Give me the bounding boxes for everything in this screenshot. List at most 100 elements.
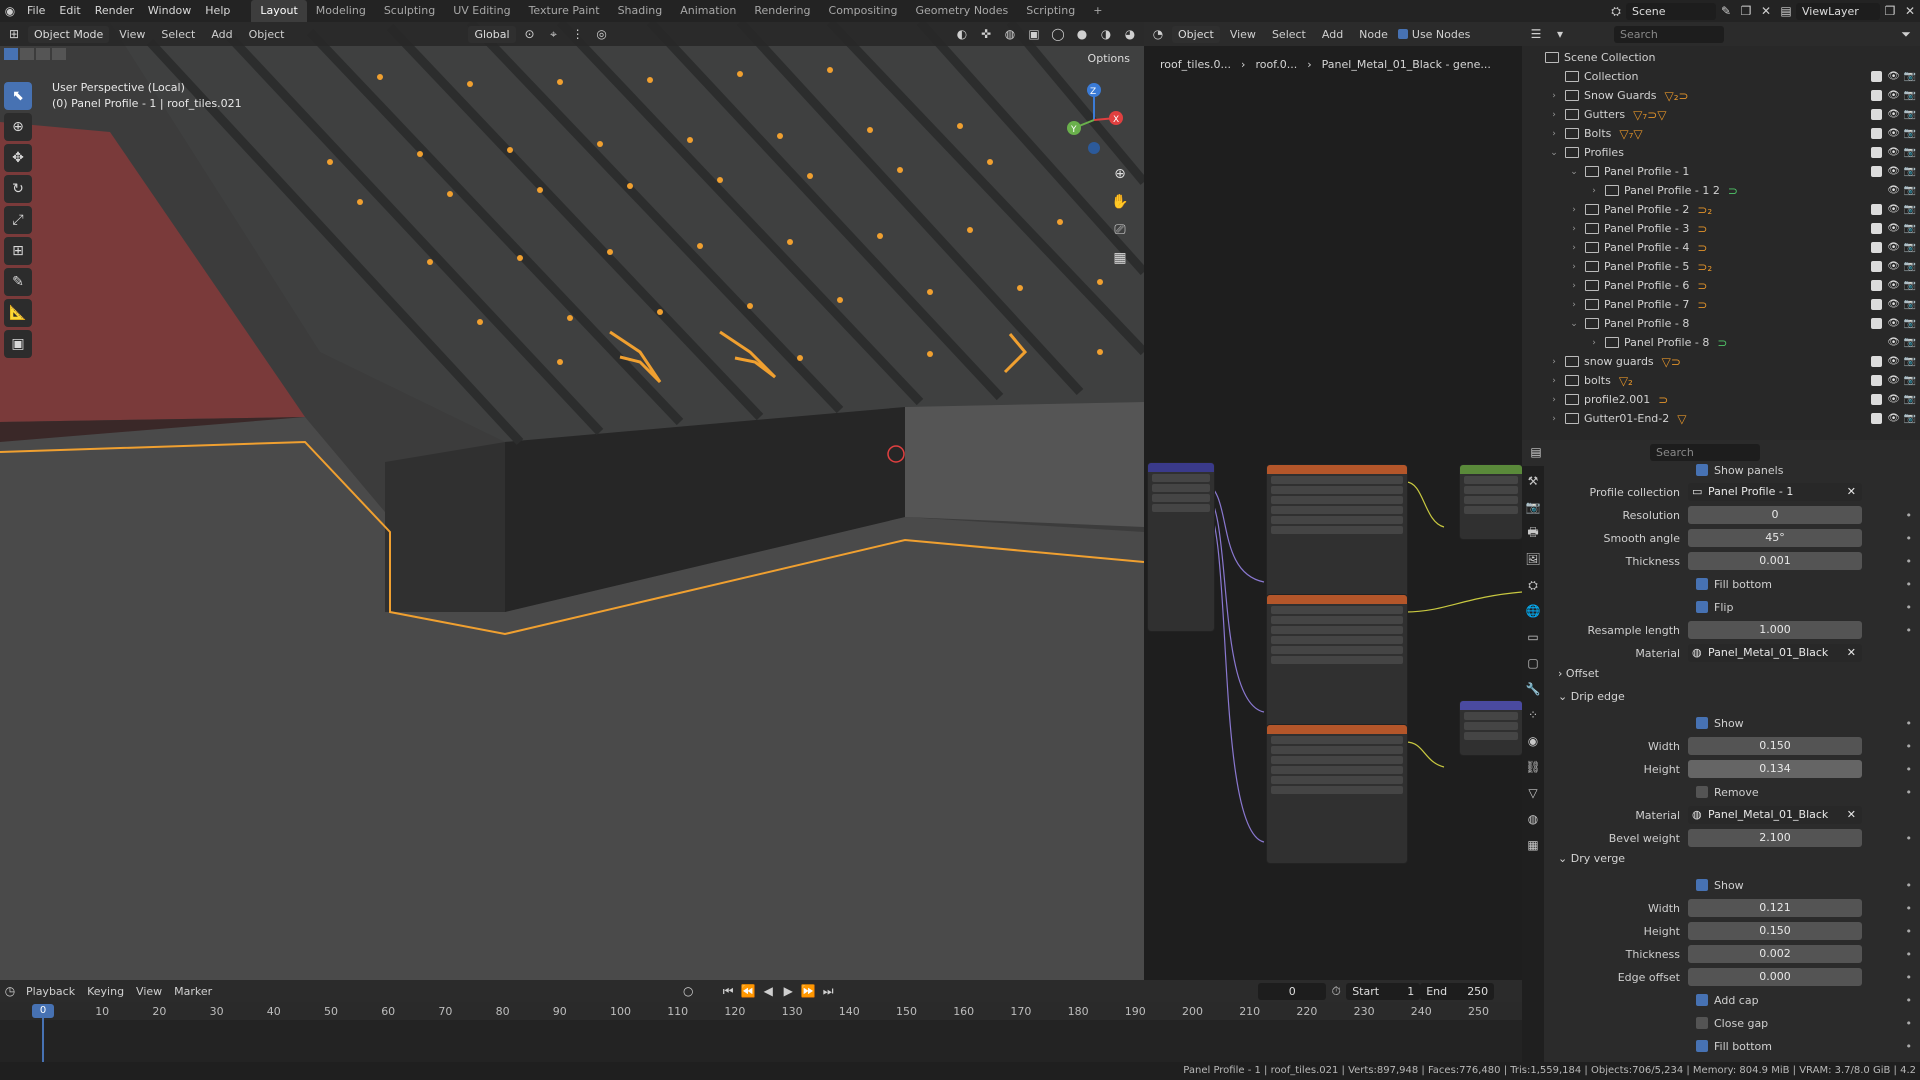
add-cap-checkbox[interactable]	[1696, 994, 1708, 1006]
exclude-checkbox[interactable]	[1871, 318, 1882, 329]
camera-icon[interactable]: 📷	[1904, 299, 1916, 310]
properties-type-icon[interactable]: ▤	[1526, 443, 1546, 461]
offset-panel-header[interactable]: › Offset	[1558, 667, 1599, 680]
keyframe-dot-icon[interactable]: •	[1906, 555, 1913, 568]
exclude-checkbox[interactable]	[1871, 128, 1882, 139]
display-mode-icon[interactable]: ▾	[1550, 25, 1570, 43]
normal-map-node[interactable]	[1459, 700, 1522, 756]
exclude-checkbox[interactable]	[1871, 71, 1882, 82]
scene-selector[interactable]: Scene	[1626, 2, 1716, 20]
add-cube-tool-icon[interactable]: ▣	[4, 330, 32, 358]
eye-icon[interactable]: 👁	[1887, 394, 1900, 405]
verge-show-checkbox[interactable]	[1696, 879, 1708, 891]
camera-icon[interactable]: 📷	[1904, 204, 1916, 215]
data-type-icon[interactable]: ⊃	[1697, 241, 1707, 255]
select-tool-icon[interactable]: ⬉	[4, 82, 32, 110]
tab-geometry-nodes[interactable]: Geometry Nodes	[906, 0, 1017, 22]
physics-tab-icon[interactable]: ◉	[1524, 732, 1542, 750]
drip-remove-checkbox[interactable]	[1696, 786, 1708, 798]
drip-width-field[interactable]: 0.150	[1688, 737, 1862, 755]
world-tab-icon[interactable]: 🌐	[1524, 602, 1542, 620]
clear-icon[interactable]: ✕	[1847, 483, 1856, 501]
keyframe-dot-icon[interactable]: •	[1906, 879, 1913, 892]
data-type-icon[interactable]: ⊃	[1697, 298, 1707, 312]
keyframe-dot-icon[interactable]: •	[1906, 532, 1913, 545]
outliner-item[interactable]: ⌄ Profiles 👁 📷	[1522, 143, 1920, 162]
texture-tab-icon[interactable]: ▦	[1524, 836, 1542, 854]
eye-icon[interactable]: 👁	[1887, 185, 1900, 196]
wireframe-shading-icon[interactable]: ◯	[1048, 25, 1068, 43]
data-type-icon[interactable]: ▽₂⊃	[1664, 89, 1688, 103]
outliner-type-icon[interactable]: ☰	[1526, 25, 1546, 43]
chevron-down-icon[interactable]: ⌄	[1568, 319, 1580, 329]
eye-icon[interactable]: 👁	[1887, 90, 1900, 101]
outliner-item[interactable]: ⌄ Panel Profile - 1 👁 📷	[1522, 162, 1920, 181]
end-frame-field[interactable]: End 250	[1420, 982, 1495, 1000]
next-keyframe-icon[interactable]: ⏩	[798, 982, 818, 1000]
scale-tool-icon[interactable]: ⤢	[4, 206, 32, 234]
chevron-right-icon[interactable]: ›	[1588, 338, 1600, 348]
play-reverse-icon[interactable]: ◀	[758, 982, 778, 1000]
select-new-icon[interactable]	[4, 48, 18, 60]
outliner-item[interactable]: Scene Collection	[1522, 48, 1920, 67]
fill-bottom-checkbox[interactable]	[1696, 578, 1708, 590]
viewport-menu-object[interactable]: Object	[243, 28, 291, 41]
keyframe-dot-icon[interactable]: •	[1906, 948, 1913, 961]
exclude-checkbox[interactable]	[1871, 394, 1882, 405]
tab-uv-editing[interactable]: UV Editing	[444, 0, 519, 22]
menu-file[interactable]: File	[20, 0, 52, 22]
gizmo-toggle-icon[interactable]: ✜	[976, 25, 996, 43]
chevron-right-icon[interactable]: ›	[1588, 186, 1600, 196]
eye-icon[interactable]: 👁	[1887, 109, 1900, 120]
data-type-icon[interactable]: ⊃	[1697, 222, 1707, 236]
camera-icon[interactable]: 📷	[1904, 318, 1916, 329]
jump-start-icon[interactable]: ⏮	[718, 982, 738, 1000]
exclude-checkbox[interactable]	[1871, 204, 1882, 215]
eye-icon[interactable]: 👁	[1887, 71, 1900, 82]
camera-icon[interactable]: 📷	[1904, 223, 1916, 234]
keyframe-dot-icon[interactable]: •	[1906, 786, 1913, 799]
resample-length-field[interactable]: 1.000	[1688, 621, 1862, 639]
blender-logo-icon[interactable]: ◉	[0, 2, 20, 20]
playhead-frame-indicator[interactable]: 0	[32, 1004, 54, 1018]
exclude-checkbox[interactable]	[1871, 299, 1882, 310]
timeline-menu-marker[interactable]: Marker	[168, 985, 218, 998]
diffuse-image-node[interactable]	[1266, 464, 1408, 604]
tab-shading[interactable]: Shading	[609, 0, 672, 22]
verge-thickness-field[interactable]: 0.002	[1688, 945, 1862, 963]
render-tab-icon[interactable]: 📷	[1524, 498, 1542, 516]
close-gap-checkbox[interactable]	[1696, 1017, 1708, 1029]
tab-animation[interactable]: Animation	[671, 0, 745, 22]
xray-icon[interactable]: ▣	[1024, 25, 1044, 43]
keyframe-dot-icon[interactable]: •	[1906, 994, 1913, 1007]
data-type-icon[interactable]: ⊃₂	[1697, 260, 1712, 274]
keyframe-dot-icon[interactable]: •	[1906, 578, 1913, 591]
keyframe-dot-icon[interactable]: •	[1906, 624, 1913, 637]
clear-icon[interactable]: ✕	[1847, 644, 1856, 662]
viewport-menu-add[interactable]: Add	[205, 28, 238, 41]
outliner-item[interactable]: › Bolts ▽₇▽ 👁 📷	[1522, 124, 1920, 143]
keyframe-dot-icon[interactable]: •	[1906, 601, 1913, 614]
solid-shading-icon[interactable]: ●	[1072, 25, 1092, 43]
data-type-icon[interactable]: ⊃	[1658, 393, 1668, 407]
proportional-edit-icon[interactable]: ◎	[592, 25, 612, 43]
editor-type-icon[interactable]: ⊞	[4, 25, 24, 43]
chevron-right-icon[interactable]: ›	[1568, 262, 1580, 272]
timeline-menu-keying[interactable]: Keying	[81, 985, 130, 998]
mode-selector[interactable]: Object Mode	[28, 25, 110, 43]
keyframe-dot-icon[interactable]: •	[1906, 740, 1913, 753]
camera-view-icon[interactable]: ⎚	[1108, 218, 1132, 242]
menu-render[interactable]: Render	[88, 0, 141, 22]
exclude-checkbox[interactable]	[1871, 413, 1882, 424]
bevel-weight-field[interactable]: 2.100	[1688, 829, 1862, 847]
play-icon[interactable]: ▶	[778, 982, 798, 1000]
ortho-grid-icon[interactable]: ▦	[1108, 246, 1132, 270]
camera-icon[interactable]: 📷	[1904, 71, 1916, 82]
camera-icon[interactable]: 📷	[1904, 109, 1916, 120]
drip-edge-panel-header[interactable]: ⌄ Drip edge	[1558, 690, 1625, 703]
camera-icon[interactable]: 📷	[1904, 147, 1916, 158]
show-panels-checkbox[interactable]	[1696, 464, 1708, 476]
keyframe-dot-icon[interactable]: •	[1906, 1017, 1913, 1030]
delete-scene-icon[interactable]: ✕	[1756, 2, 1776, 20]
chevron-right-icon[interactable]: ›	[1548, 376, 1560, 386]
